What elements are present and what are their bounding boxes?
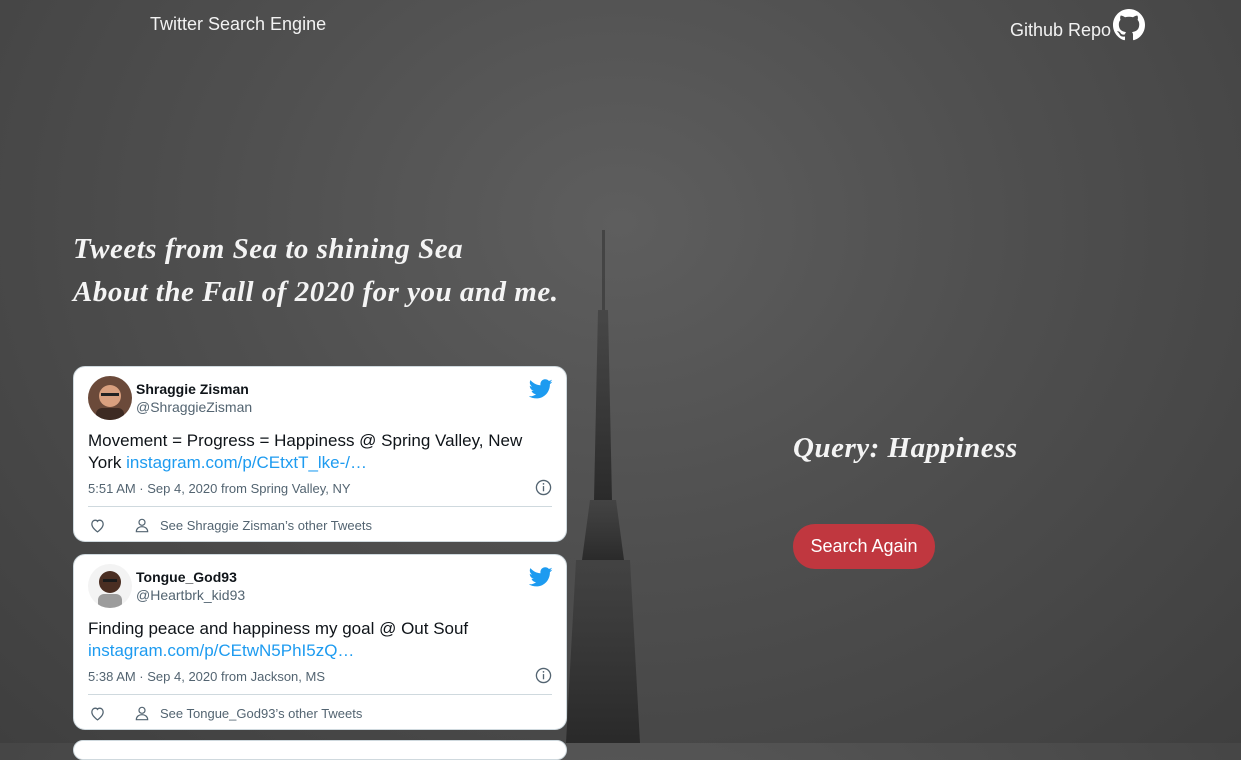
tweet-author-name[interactable]: Tongue_God93	[136, 569, 237, 585]
person-icon[interactable]	[134, 517, 150, 533]
person-icon[interactable]	[134, 705, 150, 721]
divider	[88, 694, 552, 695]
tweet-body: Finding peace and happiness my goal @ Ou…	[88, 619, 469, 638]
see-other-tweets-link[interactable]: See Shraggie Zisman’s other Tweets	[160, 518, 372, 533]
heart-icon[interactable]	[89, 705, 106, 722]
info-icon[interactable]	[535, 479, 552, 496]
tweet-card-partial[interactable]	[73, 740, 567, 760]
tweet-link[interactable]: instagram.com/p/CEtxtT_lke-/…	[126, 453, 367, 472]
info-icon[interactable]	[535, 667, 552, 684]
avatar[interactable]	[88, 376, 132, 420]
tweet-text: Movement = Progress = Happiness @ Spring…	[88, 430, 548, 474]
tweet-author-name[interactable]: Shraggie Zisman	[136, 381, 249, 397]
tweet-link[interactable]: instagram.com/p/CEtwN5PhI5zQ…	[88, 641, 354, 660]
tweet-author-handle[interactable]: @Heartbrk_kid93	[136, 587, 245, 603]
hero-line-1: Tweets from Sea to shining Sea	[73, 233, 464, 265]
divider	[88, 506, 552, 507]
tweet-card[interactable]: Shraggie Zisman @ShraggieZisman Movement…	[73, 366, 567, 542]
github-icon	[1113, 9, 1146, 41]
tweet-timestamp[interactable]: 5:38 AM · Sep 4, 2020 from Jackson, MS	[88, 669, 325, 684]
github-repo-link[interactable]: Github Repo	[1010, 8, 1146, 41]
avatar[interactable]	[88, 564, 132, 608]
see-other-tweets-link[interactable]: See Tongue_God93’s other Tweets	[160, 706, 362, 721]
heart-icon[interactable]	[89, 517, 106, 534]
hero-heading: Tweets from Sea to shining Sea About the…	[73, 228, 558, 314]
search-again-button[interactable]: Search Again	[793, 524, 935, 569]
twitter-bird-icon[interactable]	[529, 565, 553, 589]
tweet-card[interactable]: Tongue_God93 @Heartbrk_kid93 Finding pea…	[73, 554, 567, 730]
tweet-author-handle[interactable]: @ShraggieZisman	[136, 399, 252, 415]
query-label: Query: Happiness	[793, 432, 1018, 464]
tweet-text: Finding peace and happiness my goal @ Ou…	[88, 618, 548, 662]
tweet-timestamp[interactable]: 5:51 AM · Sep 4, 2020 from Spring Valley…	[88, 481, 351, 496]
hero-line-2: About the Fall of 2020 for you and me.	[73, 276, 559, 308]
github-repo-label: Github Repo	[1010, 20, 1112, 40]
twitter-bird-icon[interactable]	[529, 377, 553, 401]
app-title: Twitter Search Engine	[150, 14, 327, 34]
